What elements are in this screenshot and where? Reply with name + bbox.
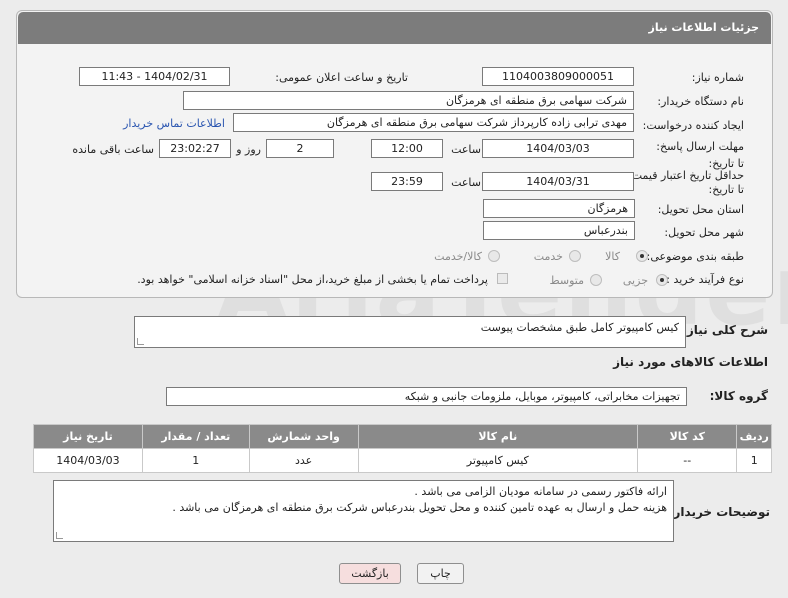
cell-unit: عدد — [248, 448, 359, 473]
treasury-payment-note: پرداخت تمام یا بخشی از مبلغ خرید،از محل … — [137, 273, 488, 286]
description-text: کیس کامپیوتر کامل طبق مشخصات پیوست — [480, 321, 679, 334]
days-label: روز و — [236, 143, 261, 156]
table-header-row: ردیف کد کالا نام کالا واحد شمارش تعداد /… — [33, 424, 772, 449]
resize-grip-icon[interactable] — [137, 338, 144, 345]
process-medium-label: متوسط — [549, 274, 584, 287]
cell-item-code: -- — [637, 448, 738, 473]
buyer-notes-textarea[interactable]: ارائه فاکتور رسمی در سامانه مودیان الزام… — [53, 480, 674, 542]
price-time-label: ساعت — [451, 176, 481, 189]
cell-row-number: 1 — [736, 448, 772, 473]
buyer-org-field: شرکت سهامی برق منطقه ای هرمزگان — [183, 91, 634, 110]
category-goods-radio[interactable] — [636, 250, 648, 262]
col-header-unit: واحد شمارش — [248, 424, 359, 449]
need-number-field: 1104003809000051 — [482, 67, 634, 86]
remaining-time-field: 23:02:27 — [159, 139, 231, 158]
city-label: شهر محل تحویل: — [664, 226, 744, 239]
print-button[interactable]: چاپ — [417, 563, 464, 584]
category-goods-label: کالا — [605, 250, 620, 263]
col-header-item-code: کد کالا — [637, 424, 738, 449]
province-label: استان محل تحویل: — [657, 203, 744, 216]
process-medium-radio[interactable] — [590, 274, 602, 286]
reply-deadline-label: مهلت ارسال پاسخ: تا تاریخ: — [656, 140, 744, 170]
panel-header: جزئیات اطلاعات نیاز — [18, 12, 771, 44]
price-validity-label: حداقل تاریخ اعتبار قیمت: تا تاریخ: — [628, 169, 744, 196]
table-row: 1 -- کیس کامپیوتر عدد 1 1404/03/03 — [33, 448, 772, 473]
goods-group-label: گروه کالا: — [709, 389, 768, 403]
buyer-notes-label: توضیحات خریدار: — [668, 505, 770, 519]
process-label: نوع فرآیند خرید : — [666, 273, 744, 286]
process-minor-radio[interactable] — [656, 274, 668, 286]
category-both-radio[interactable] — [488, 250, 500, 262]
treasury-payment-checkbox[interactable] — [497, 273, 508, 284]
cell-item-name: کیس کامپیوتر — [357, 448, 639, 473]
buyer-notes-line-2: هزینه حمل و ارسال به عهده تامین کننده و … — [172, 501, 667, 514]
province-field: هرمزگان — [483, 199, 635, 218]
col-header-item-name: نام کالا — [357, 424, 639, 449]
need-number-label: شماره نیاز: — [691, 71, 744, 84]
price-time-field: 23:59 — [371, 172, 443, 191]
goods-group-field: تجهیزات مخابراتی، کامپیوتر، موبایل، ملزو… — [166, 387, 687, 406]
reply-time-field: 12:00 — [371, 139, 443, 158]
category-service-label: خدمت — [533, 250, 563, 263]
description-label: شرح کلی نیاز: — [682, 323, 768, 337]
remaining-days-field: 2 — [266, 139, 334, 158]
buyer-org-label: نام دستگاه خریدار: — [657, 95, 744, 108]
creator-label: ایجاد کننده درخواست: — [642, 119, 744, 132]
cell-need-date: 1404/03/03 — [33, 448, 143, 473]
reply-time-label: ساعت — [451, 143, 481, 156]
col-header-row-number: ردیف — [736, 424, 772, 449]
buyer-notes-line-1: ارائه فاکتور رسمی در سامانه مودیان الزام… — [414, 485, 667, 498]
category-label: طبقه بندی موضوعی: — [646, 250, 744, 263]
remaining-label: ساعت باقی مانده — [72, 143, 154, 156]
price-date-field: 1404/03/31 — [482, 172, 634, 191]
page-title: جزئیات اطلاعات نیاز — [648, 21, 760, 34]
buyer-contact-link[interactable]: اطلاعات تماس خریدار — [123, 117, 225, 130]
goods-info-title: اطلاعات کالاهای مورد نیاز — [613, 355, 768, 369]
resize-grip-icon[interactable] — [56, 532, 63, 539]
col-header-quantity: تعداد / مقدار — [141, 424, 250, 449]
process-minor-label: جزیی — [622, 274, 648, 287]
category-both-label: کالا/خدمت — [434, 250, 482, 263]
creator-field: مهدی ترابی زاده کارپرداز شرکت سهامی برق … — [233, 113, 634, 132]
announce-field: 1404/02/31 - 11:43 — [79, 67, 230, 86]
reply-date-field: 1404/03/03 — [482, 139, 634, 158]
category-service-radio[interactable] — [569, 250, 581, 262]
cell-quantity: 1 — [141, 448, 250, 473]
back-button[interactable]: بازگشت — [339, 563, 401, 584]
items-table: ردیف کد کالا نام کالا واحد شمارش تعداد /… — [33, 424, 772, 473]
city-field: بندرعباس — [483, 221, 635, 240]
description-textarea[interactable]: کیس کامپیوتر کامل طبق مشخصات پیوست — [134, 316, 686, 348]
col-header-need-date: تاریخ نیاز — [33, 424, 143, 449]
announce-label: تاریخ و ساعت اعلان عمومی: — [275, 71, 408, 84]
